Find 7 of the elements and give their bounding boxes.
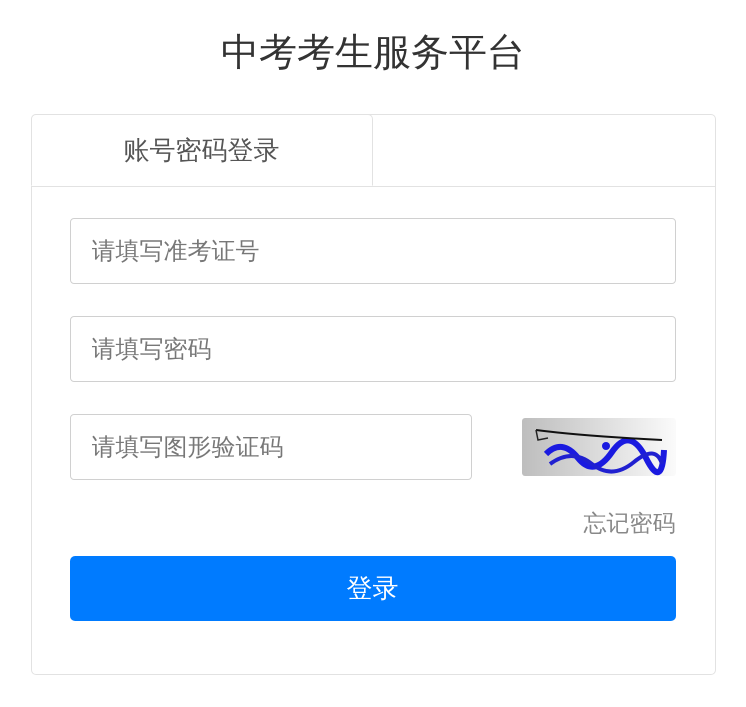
login-button[interactable]: 登录 [70, 556, 676, 621]
captcha-field[interactable]: 请填写图形验证码 [70, 414, 472, 480]
exam-number-field[interactable]: 请填写准考证号 [70, 218, 676, 284]
forgot-password-link[interactable]: 忘记密码 [584, 510, 676, 538]
page-title: 中考考生服务平台 [221, 29, 525, 76]
password-field[interactable]: 请填写密码 [70, 316, 676, 382]
login-tab[interactable]: 账号密码登录 [30, 114, 372, 186]
